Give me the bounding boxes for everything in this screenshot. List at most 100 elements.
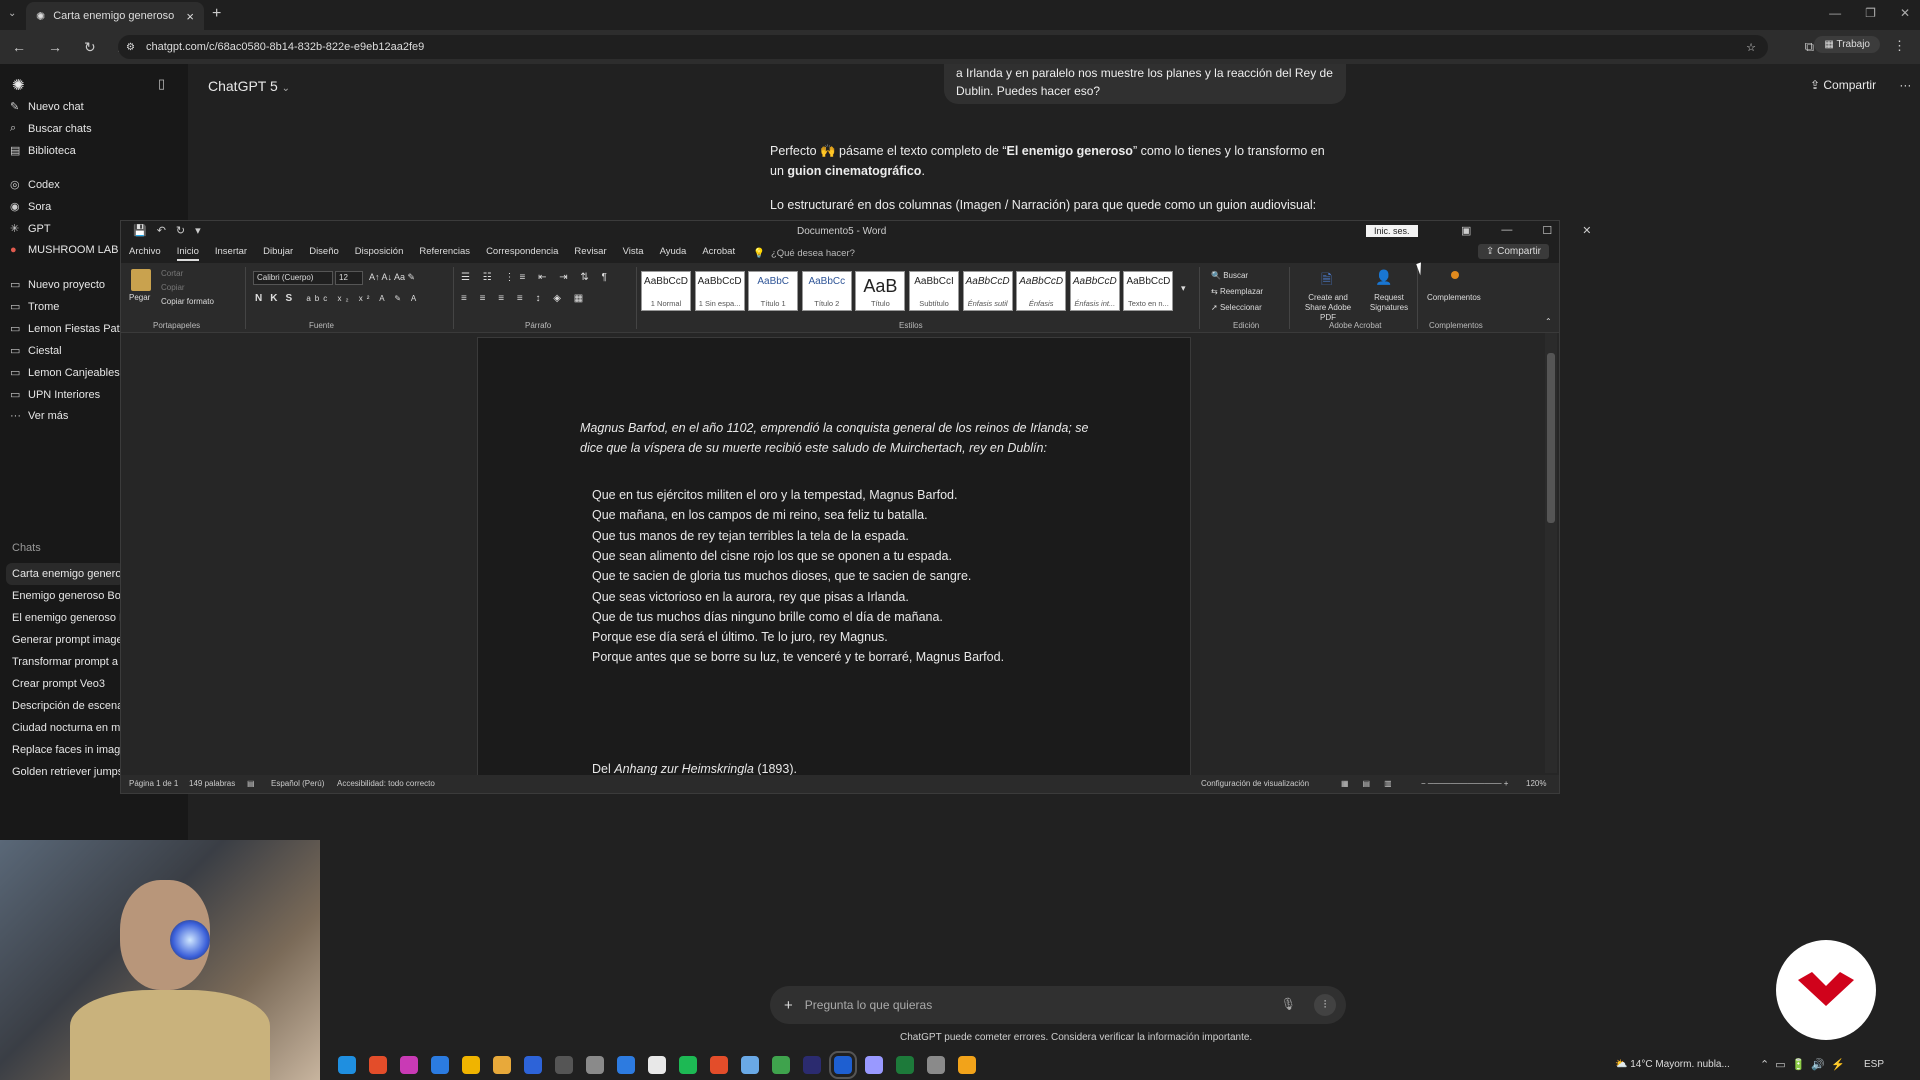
sidebar-chat-item[interactable]: Transformar prompt a J	[12, 656, 122, 668]
ribbon-tab-correspondencia[interactable]: Correspondencia	[486, 246, 558, 261]
view-mode-icons[interactable]: ▦▤▥	[1341, 779, 1406, 788]
calendar-icon[interactable]	[617, 1056, 635, 1074]
forward-icon[interactable]: →	[48, 39, 62, 56]
new-tab-icon[interactable]: +	[212, 5, 221, 23]
chrome-icon[interactable]	[369, 1056, 387, 1074]
app-icon[interactable]	[648, 1056, 666, 1074]
sidebar-item-biblioteca[interactable]: ▤ Biblioteca	[10, 144, 186, 158]
proofing-icon[interactable]: ▤	[247, 779, 255, 788]
addins-button[interactable]: Complementos	[1427, 293, 1481, 302]
browser-tab-active[interactable]: ✺ Carta enemigo generoso ×	[26, 2, 204, 30]
style-option[interactable]: AaBbCcD Énfasis sutil	[962, 271, 1013, 311]
excel-icon[interactable]	[772, 1056, 790, 1074]
sidebar-chat-item[interactable]: Enemigo generoso Borg	[12, 590, 122, 602]
style-option[interactable]: AaBbCcD 1 Normal	[641, 271, 691, 311]
sidebar-item-sora[interactable]: ◉ Sora	[10, 200, 186, 214]
ribbon-tab-revisar[interactable]: Revisar	[574, 246, 606, 261]
store-icon[interactable]	[431, 1056, 449, 1074]
site-info-icon[interactable]: ⚙	[126, 42, 135, 53]
style-option[interactable]: AaB Título	[855, 271, 906, 311]
font-format-buttons[interactable]: NKS abc x₂ x² A ✎ A	[255, 293, 420, 304]
app-icon[interactable]	[400, 1056, 418, 1074]
openai-logo-icon[interactable]: ✺	[12, 76, 25, 94]
ribbon-tab-diseño[interactable]: Diseño	[309, 246, 339, 261]
status-language[interactable]: Español (Perú)	[271, 779, 324, 788]
customize-toolbar-icon[interactable]: ▾	[195, 224, 201, 237]
ribbon-display-icon[interactable]: ▣	[1461, 224, 1471, 237]
restore-icon[interactable]: ❐	[1865, 6, 1876, 20]
obs-icon[interactable]	[927, 1056, 945, 1074]
sidebar-chat-item[interactable]: Descripción de escena	[12, 700, 122, 712]
taskbar-weather[interactable]: ⛅ 14°C Mayorm. nubla...	[1615, 1059, 1730, 1070]
ribbon-tab-dibujar[interactable]: Dibujar	[263, 246, 293, 261]
back-icon[interactable]: ←	[12, 39, 26, 56]
chrome-icon[interactable]	[462, 1056, 480, 1074]
close-window-icon[interactable]: ✕	[1900, 6, 1910, 20]
style-option[interactable]: AaBbCcD Énfasis	[1016, 271, 1067, 311]
tell-me-search[interactable]: ¿Qué desea hacer?	[771, 248, 855, 259]
spotify-icon[interactable]	[679, 1056, 697, 1074]
cut-button[interactable]: Cortar	[161, 269, 183, 278]
sidebar-chat-item[interactable]: El enemigo generoso B	[12, 612, 122, 624]
font-name-select[interactable]: Calibri (Cuerpo)	[253, 271, 333, 285]
chrome-icon[interactable]	[710, 1056, 728, 1074]
app-icon[interactable]	[741, 1056, 759, 1074]
address-bar[interactable]: ⚙ chatgpt.com/c/68ac0580-8b14-832b-822e-…	[118, 35, 1768, 59]
save-icon[interactable]: 💾	[133, 224, 147, 237]
sidebar-item-nuevo-chat[interactable]: ✎ Nuevo chat	[10, 100, 186, 114]
browser-menu-icon[interactable]: ⋮	[1893, 38, 1906, 54]
ribbon-tab-inicio[interactable]: Inicio	[176, 246, 199, 261]
style-option[interactable]: AaBbCc Título 2	[801, 271, 852, 311]
more-options-icon[interactable]: ···	[1899, 78, 1911, 92]
style-option[interactable]: AaBbCcD Énfasis int...	[1069, 271, 1120, 311]
create-share-pdf-button[interactable]: Create and Share Adobe PDF	[1297, 293, 1359, 323]
paste-button[interactable]: Pegar	[129, 293, 150, 302]
add-attachment-icon[interactable]: +	[784, 997, 793, 1014]
vertical-scrollbar[interactable]	[1545, 333, 1557, 773]
grow-font-icon[interactable]: A↑ A↓ Aa ✎	[369, 272, 415, 283]
ribbon-tab-acrobat[interactable]: Acrobat	[702, 246, 735, 261]
font-size-select[interactable]: 12	[335, 271, 363, 285]
ribbon-tab-archivo[interactable]: Archivo	[129, 246, 161, 261]
alignment-buttons[interactable]: ≡ ≡ ≡ ≡ ↕ ◈ ▦	[461, 293, 588, 304]
edge-icon[interactable]	[338, 1056, 356, 1074]
media-encoder-icon[interactable]	[803, 1056, 821, 1074]
sidebar-chat-item[interactable]: Carta enemigo generoso	[12, 568, 122, 580]
profile-chip[interactable]: ▦ Trabajo	[1814, 36, 1880, 53]
status-words[interactable]: 149 palabras	[189, 779, 235, 788]
close-window-icon[interactable]: ✕	[1582, 224, 1591, 237]
select-button[interactable]: ➚ Seleccionar	[1211, 303, 1262, 312]
sidebar-item-buscar-chats[interactable]: ⌕ Buscar chats	[10, 122, 186, 135]
collapse-ribbon-icon[interactable]: ⌃	[1545, 317, 1552, 326]
maximize-icon[interactable]: ☐	[1542, 224, 1552, 237]
style-option[interactable]: AaBbCcD Texto en n...	[1123, 271, 1174, 311]
extensions-icon[interactable]: ⧉	[1805, 39, 1814, 55]
excel-icon[interactable]	[896, 1056, 914, 1074]
word-share-button[interactable]: ⇪ Compartir	[1477, 244, 1549, 259]
status-display-settings[interactable]: Configuración de visualización	[1201, 779, 1309, 788]
status-zoom[interactable]: 120%	[1526, 779, 1546, 788]
minimize-icon[interactable]: —	[1501, 224, 1512, 237]
replace-button[interactable]: ⇆ Reemplazar	[1211, 287, 1263, 296]
styles-more-icon[interactable]: ▾	[1181, 283, 1186, 294]
tab-search-icon[interactable]: ⌄	[8, 8, 16, 19]
share-chat-button[interactable]: ⇪ Compartir ···	[1810, 78, 1911, 92]
request-signatures-button[interactable]: Request Signatures	[1367, 293, 1411, 313]
reload-icon[interactable]: ↻	[84, 39, 96, 56]
copy-button[interactable]: Copiar	[161, 283, 185, 292]
premiere-icon[interactable]	[865, 1056, 883, 1074]
status-page[interactable]: Página 1 de 1	[129, 779, 178, 788]
sign-in-button[interactable]: Inic. ses.	[1366, 225, 1418, 237]
undo-icon[interactable]: ↶	[157, 224, 166, 237]
app-icon[interactable]	[586, 1056, 604, 1074]
ribbon-tab-disposición[interactable]: Disposición	[355, 246, 404, 261]
style-option[interactable]: AaBbC Título 1	[748, 271, 799, 311]
status-accessibility[interactable]: Accesibilidad: todo correcto	[337, 779, 435, 788]
sidebar-item-codex[interactable]: ◎ Codex	[10, 178, 186, 192]
ribbon-tab-referencias[interactable]: Referencias	[419, 246, 470, 261]
style-option[interactable]: AaBbCcD 1 Sin espa...	[694, 271, 745, 311]
scrollbar-thumb[interactable]	[1547, 353, 1555, 523]
word-icon[interactable]	[829, 1051, 857, 1079]
explorer-icon[interactable]	[493, 1056, 511, 1074]
taskbar-language[interactable]: ESP	[1864, 1059, 1884, 1070]
